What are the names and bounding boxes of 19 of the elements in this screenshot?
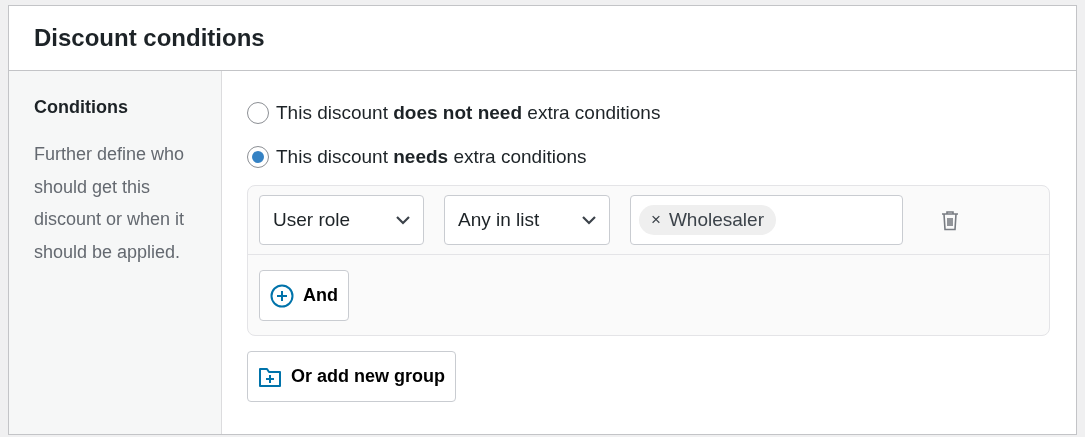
chevron-down-icon [395,215,411,225]
folder-plus-icon [258,365,282,388]
radio-label[interactable]: This discount needs extra conditions [276,146,587,168]
sidebar-heading: Conditions [34,97,129,118]
panel-title: Discount conditions [34,24,265,52]
sidebar-description: Further define who should get this discount or when it should be applied. [34,143,186,264]
radio-label[interactable]: This discount does not need extra conditions [276,102,661,124]
trash-icon[interactable] [941,209,959,231]
values-field[interactable]: × Wholesaler [630,195,903,245]
radio-button[interactable] [247,146,269,168]
plus-circle-icon [270,283,294,308]
operator-select[interactable]: Any in list [444,195,610,245]
remove-tag-button[interactable]: × [651,210,661,230]
field-select[interactable]: User role [259,195,424,245]
chevron-down-icon [581,215,597,225]
and-button[interactable]: And [259,270,349,321]
add-group-button[interactable]: Or add new group [247,351,456,402]
radio-button[interactable] [247,102,269,124]
tag-label: Wholesaler [668,209,764,231]
